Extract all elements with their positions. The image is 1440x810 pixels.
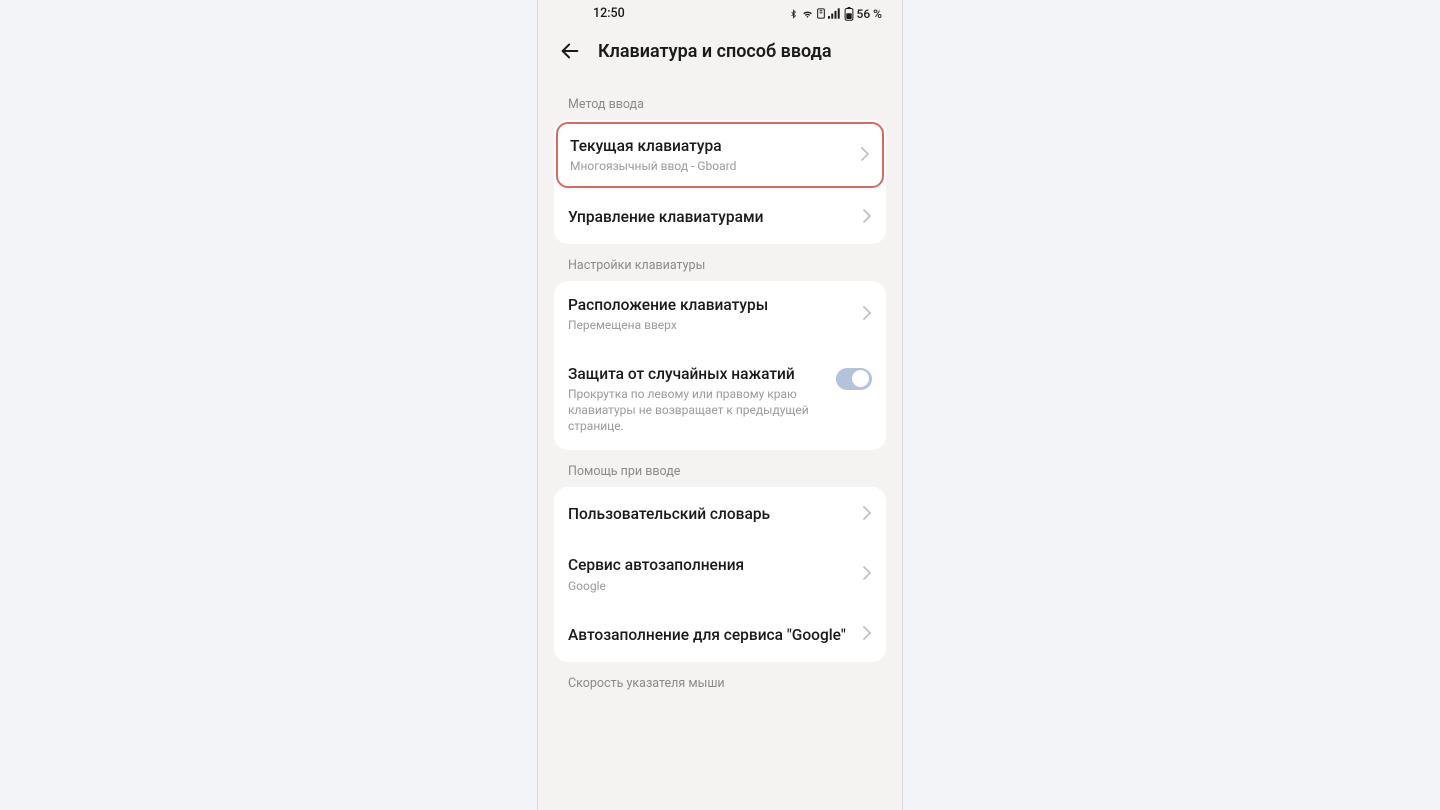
row-title: Текущая клавиатура xyxy=(570,136,860,156)
status-time: 12:50 xyxy=(593,6,625,21)
highlight-current-keyboard: Текущая клавиатура Многоязычный ввод - G… xyxy=(556,122,884,188)
signal-icon xyxy=(828,8,841,19)
chevron-right-icon xyxy=(862,625,872,644)
mistouch-toggle[interactable] xyxy=(836,368,872,390)
row-user-dictionary[interactable]: Пользовательский словарь xyxy=(554,487,886,541)
row-subtitle: Многоязычный ввод - Gboard xyxy=(570,158,860,174)
chevron-right-icon xyxy=(862,305,872,324)
phone-frame: 12:50 56 % Клавиатура и способ ввода xyxy=(537,0,903,810)
card-input-help: Пользовательский словарь Сервис автозапо… xyxy=(554,487,886,661)
toggle-knob xyxy=(852,370,869,387)
section-label-keyboard-settings: Настройки клавиатуры xyxy=(538,244,902,281)
section-label-input-help: Помощь при вводе xyxy=(538,450,902,487)
bluetooth-icon xyxy=(789,8,798,20)
row-mistouch-protection[interactable]: Защита от случайных нажатий Прокрутка по… xyxy=(554,348,886,451)
battery-percent: 56 % xyxy=(857,7,882,21)
row-title: Пользовательский словарь xyxy=(568,504,862,524)
row-title: Управление клавиатурами xyxy=(568,207,862,227)
status-icons: 56 % xyxy=(789,7,882,21)
row-subtitle: Прокрутка по левому или правому краю кла… xyxy=(568,386,836,435)
row-autofill-google[interactable]: Автозаполнение для сервиса "Google" xyxy=(554,608,886,662)
page-title: Клавиатура и способ ввода xyxy=(598,41,831,62)
row-title: Автозаполнение для сервиса "Google" xyxy=(568,625,862,645)
arrow-left-icon xyxy=(559,40,581,62)
chevron-right-icon xyxy=(862,208,872,227)
chevron-right-icon xyxy=(860,146,870,165)
section-label-pointer-speed: Скорость указателя мыши xyxy=(538,662,902,699)
row-title: Сервис автозаполнения xyxy=(568,555,862,575)
row-subtitle: Google xyxy=(568,578,862,594)
row-autofill-service[interactable]: Сервис автозаполнения Google xyxy=(554,541,886,607)
row-subtitle: Перемещена вверх xyxy=(568,317,862,333)
card-input-method: Текущая клавиатура Многоязычный ввод - G… xyxy=(554,120,886,244)
card-keyboard-settings: Расположение клавиатуры Перемещена вверх… xyxy=(554,281,886,450)
section-label-input-method: Метод ввода xyxy=(538,83,902,120)
battery-icon xyxy=(844,7,854,21)
page-header: Клавиатура и способ ввода xyxy=(538,25,902,83)
chevron-right-icon xyxy=(862,565,872,584)
status-bar: 12:50 56 % xyxy=(538,0,902,25)
chevron-right-icon xyxy=(862,505,872,524)
row-current-keyboard[interactable]: Текущая клавиатура Многоязычный ввод - G… xyxy=(558,124,882,186)
wifi-icon xyxy=(801,8,814,19)
row-keyboard-position[interactable]: Расположение клавиатуры Перемещена вверх xyxy=(554,281,886,347)
row-manage-keyboards[interactable]: Управление клавиатурами xyxy=(554,190,886,244)
row-title: Расположение клавиатуры xyxy=(568,295,862,315)
back-button[interactable] xyxy=(558,39,582,63)
sim-icon xyxy=(817,8,825,19)
row-title: Защита от случайных нажатий xyxy=(568,364,836,384)
